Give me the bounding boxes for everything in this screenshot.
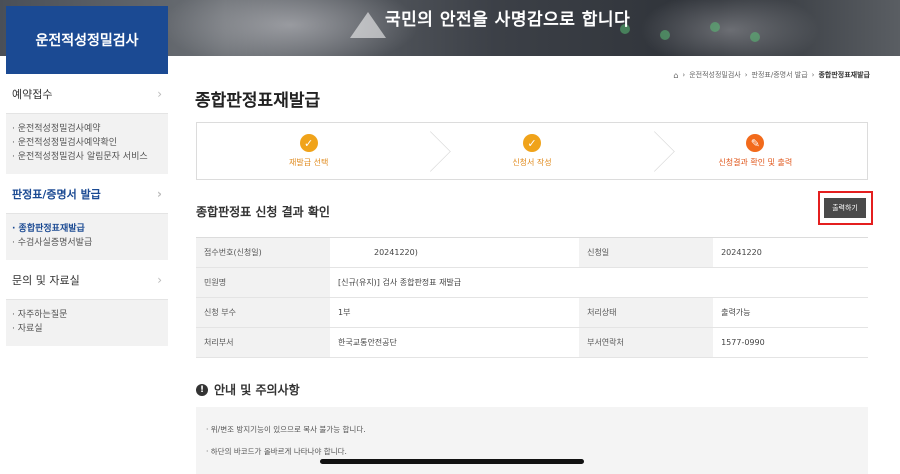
table-cell: 20241220) [330, 237, 580, 268]
sidebar-item-reservation[interactable]: · 운전적성정밀검사예약 [12, 122, 162, 136]
sidebar-section-label: 판정표/증명서 발급 [12, 187, 101, 201]
sidebar-section-label: 문의 및 자료실 [12, 273, 80, 287]
notice-title: ! 안내 및 주의사항 [196, 381, 300, 398]
breadcrumb-separator: › [682, 71, 686, 79]
breadcrumb-current: 종합판정표재발급 [818, 71, 870, 79]
progress-steps: ✓ 재발급 선택 ✓ 신청서 작성 ✎ 신청결과 확인 및 출력 [196, 122, 868, 180]
table-header-cell: 신청일 [579, 237, 714, 268]
sidebar-item-reissue[interactable]: · 종합판정표재발급 [12, 222, 162, 236]
breadcrumb-item[interactable]: 운전적성정밀검사 [689, 70, 741, 80]
home-icon[interactable]: ⌂ [673, 71, 678, 80]
table-cell: [신규(유지)] 검사 종합판정표 재발급 [330, 267, 868, 298]
breadcrumb-separator: › [811, 71, 815, 79]
step-label: 신청서 작성 [512, 158, 552, 167]
result-section-title: 종합판정표 신청 결과 확인 [196, 205, 330, 219]
breadcrumb: ⌂ › 운전적성정밀검사 › 판정표/증명서 발급 › 종합판정표재발급 [673, 70, 870, 80]
table-header-cell: 신청 부수 [196, 297, 330, 328]
table-row: 신청 부수 1부 처리상태 출력가능 [196, 297, 868, 328]
sidebar: 예약접수 › · 운전적성정밀검사예약 · 운전적성정밀검사예약확인 · 운전적… [6, 74, 168, 346]
check-icon: ✓ [522, 134, 541, 152]
table-cell: 출력가능 [713, 297, 868, 328]
table-row: 민원명 [신규(유지)] 검사 종합판정표 재발급 [196, 267, 868, 298]
step-result-print: ✎ 신청결과 확인 및 출력 [644, 123, 867, 179]
sidebar-section-label: 예약접수 [12, 87, 53, 101]
sidebar-submenu: · 종합판정표재발급 · 수검사실증명서발급 [6, 214, 168, 260]
page-title: 종합판정표재발급 [195, 91, 321, 111]
notice-title-text: 안내 및 주의사항 [214, 383, 300, 397]
check-icon: ✓ [299, 134, 318, 152]
home-indicator[interactable] [320, 459, 584, 464]
table-cell: 1부 [330, 297, 580, 328]
sidebar-section-reservation[interactable]: 예약접수 › [6, 74, 168, 114]
breadcrumb-item[interactable]: 판정표/증명서 발급 [752, 70, 808, 80]
sidebar-item-exam-certificate[interactable]: · 수검사실증명서발급 [12, 236, 162, 250]
step-label: 신청결과 확인 및 출력 [718, 158, 793, 167]
info-icon: ! [196, 383, 208, 396]
sidebar-submenu: · 운전적성정밀검사예약 · 운전적성정밀검사예약확인 · 운전적성정밀검사 알… [6, 114, 168, 174]
pencil-icon: ✎ [746, 134, 765, 152]
banner-slogan: 국민의 안전을 사명감으로 합니다 [385, 10, 631, 30]
step-reissue-select: ✓ 재발급 선택 [197, 123, 420, 179]
notice-line: · 위/변조 방지기능이 있으므로 복사 불가능 합니다. [206, 425, 366, 434]
sidebar-item-sms-service[interactable]: · 운전적성정밀검사 알림문자 서비스 [12, 150, 162, 164]
table-cell: 한국교통안전공단 [330, 327, 580, 358]
triangle-logo-icon [350, 12, 386, 38]
sidebar-title: 운전적성정밀검사 [6, 6, 168, 74]
table-header-cell: 처리부서 [196, 327, 330, 358]
chevron-right-icon: › [157, 272, 162, 287]
step-label: 재발급 선택 [288, 158, 329, 167]
table-cell: 20241220 [713, 237, 868, 268]
step-application-form: ✓ 신청서 작성 [420, 123, 643, 179]
sidebar-item-faq[interactable]: · 자주하는질문 [12, 308, 162, 322]
result-table: 접수번호(신청일) 20241220) 신청일 20241220 민원명 [신규… [196, 237, 868, 358]
sidebar-item-archive[interactable]: · 자료실 [12, 322, 162, 336]
table-row: 접수번호(신청일) 20241220) 신청일 20241220 [196, 237, 868, 268]
chevron-right-icon: › [157, 186, 162, 201]
print-button[interactable]: 출력하기 [824, 198, 866, 218]
table-cell: 1577-0990 [713, 327, 868, 358]
sidebar-submenu: · 자주하는질문 · 자료실 [6, 300, 168, 346]
table-row: 처리부서 한국교통안전공단 부서연락처 1577-0990 [196, 327, 868, 358]
sidebar-section-certificates[interactable]: 판정표/증명서 발급 › [6, 174, 168, 214]
table-header-cell: 민원명 [196, 267, 330, 298]
chevron-right-icon: › [157, 86, 162, 101]
table-header-cell: 접수번호(신청일) [196, 237, 330, 268]
table-header-cell: 처리상태 [579, 297, 714, 328]
breadcrumb-separator: › [744, 71, 748, 79]
sidebar-item-reservation-check[interactable]: · 운전적성정밀검사예약확인 [12, 136, 162, 150]
table-header-cell: 부서연락처 [579, 327, 714, 358]
sidebar-section-inquiry[interactable]: 문의 및 자료실 › [6, 260, 168, 300]
